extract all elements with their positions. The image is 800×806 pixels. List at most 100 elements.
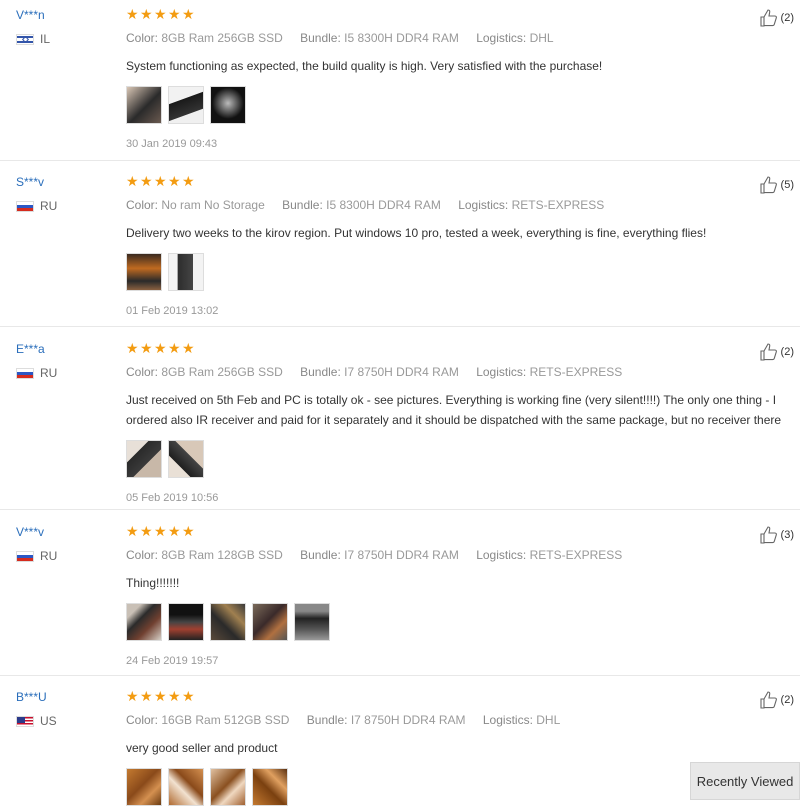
review-photos: [126, 768, 740, 806]
reviewer-name[interactable]: V***v: [16, 525, 57, 539]
reviewer-info: V***n IL: [16, 8, 50, 46]
country-code: RU: [40, 549, 58, 563]
star-icon: ★: [154, 523, 167, 539]
review-photo[interactable]: [210, 86, 246, 124]
thumbs-up-icon: [759, 691, 777, 709]
review-text: very good seller and product: [126, 741, 278, 755]
russia-flag-icon: [16, 200, 34, 212]
review-photo[interactable]: [126, 768, 162, 806]
helpful-count: (2): [780, 346, 794, 358]
review-text: Delivery two weeks to the kirov region. …: [126, 226, 707, 240]
reviewer-info: B***U US: [16, 690, 57, 728]
review-meta: Color: No ram No Storage Bundle: I5 8300…: [126, 198, 740, 212]
helpful-count: (3): [780, 529, 794, 541]
review-photo[interactable]: [168, 768, 204, 806]
helpful-button[interactable]: (2): [759, 8, 794, 28]
review-photo[interactable]: [294, 603, 330, 641]
rating-stars: ★ ★ ★ ★ ★: [126, 340, 740, 356]
star-icon: ★: [140, 688, 153, 704]
helpful-button[interactable]: (5): [759, 175, 794, 195]
helpful-count: (5): [780, 179, 794, 191]
bundle-value: I5 8300H DDR4 RAM: [326, 198, 441, 212]
star-icon: ★: [140, 6, 153, 22]
review-meta: Color: 8GB Ram 256GB SSD Bundle: I7 8750…: [126, 365, 740, 379]
israel-flag-icon: [16, 33, 34, 45]
review-photo[interactable]: [210, 603, 246, 641]
color-value: 8GB Ram 256GB SSD: [161, 365, 283, 379]
rating-stars: ★ ★ ★ ★ ★: [126, 6, 740, 22]
usa-flag-icon: [16, 715, 34, 727]
review-photo[interactable]: [126, 86, 162, 124]
bundle-value: I7 8750H DDR4 RAM: [350, 713, 466, 727]
reviewer-name[interactable]: V***n: [16, 8, 50, 22]
color-value: 16GB Ram 512GB SSD: [161, 713, 290, 727]
review-date: 30 Jan 2019 09:43: [126, 138, 218, 150]
review-photos: [126, 440, 740, 478]
star-icon: ★: [126, 340, 139, 356]
review-content: ★ ★ ★ ★ ★ Color: 8GB Ram 128GB SSD Bundle: I…: [126, 523, 740, 667]
star-icon: ★: [140, 340, 153, 356]
review-photo[interactable]: [168, 603, 204, 641]
review-photo[interactable]: [210, 768, 246, 806]
review-photo[interactable]: [168, 440, 204, 478]
helpful-count: (2): [780, 12, 794, 24]
review-content: ★ ★ ★ ★ ★ Color: No ram No Storage Bundle: I…: [126, 173, 740, 317]
logistics-value: RETS-EXPRESS: [511, 198, 605, 212]
bundle-value: I7 8750H DDR4 RAM: [344, 365, 459, 379]
star-icon: ★: [154, 6, 167, 22]
reviewer-info: E***a RU: [16, 342, 57, 380]
star-icon: ★: [168, 688, 181, 704]
rating-stars: ★ ★ ★ ★ ★: [126, 173, 740, 189]
review-photo[interactable]: [168, 253, 204, 291]
reviewer-name[interactable]: B***U: [16, 690, 57, 704]
review-photos: [126, 603, 740, 641]
star-icon: ★: [182, 523, 195, 539]
review-item: E***a RU ★ ★ ★ ★ ★ Color: 8GB Ram 256GB SSD …: [0, 327, 800, 510]
color-label: Color:: [126, 548, 159, 562]
reviewer-country: RU: [16, 549, 57, 563]
review-photo[interactable]: [126, 603, 162, 641]
bundle-value: I5 8300H DDR4 RAM: [344, 31, 459, 45]
star-icon: ★: [182, 340, 195, 356]
bundle-label: Bundle:: [306, 713, 348, 727]
recently-viewed-button[interactable]: Recently Viewed: [690, 762, 800, 800]
review-photos: [126, 253, 740, 291]
bundle-label: Bundle:: [300, 548, 341, 562]
star-icon: ★: [168, 340, 181, 356]
thumbs-up-icon: [759, 176, 777, 194]
reviewer-country: US: [16, 714, 57, 728]
rating-stars: ★ ★ ★ ★ ★: [126, 523, 740, 539]
review-content: ★ ★ ★ ★ ★ Color: 8GB Ram 256GB SSD Bundle: I…: [126, 6, 740, 150]
color-label: Color:: [126, 31, 159, 45]
star-icon: ★: [126, 173, 139, 189]
star-icon: ★: [126, 523, 139, 539]
russia-flag-icon: [16, 367, 34, 379]
logistics-label: Logistics:: [458, 198, 509, 212]
review-photo[interactable]: [252, 768, 288, 806]
helpful-button[interactable]: (3): [759, 525, 794, 545]
reviewer-info: S***v RU: [16, 175, 57, 213]
review-item: V***v RU ★ ★ ★ ★ ★ Color: 8GB Ram 128GB SSD …: [0, 510, 800, 676]
review-photo[interactable]: [126, 253, 162, 291]
thumbs-up-icon: [759, 9, 777, 27]
review-meta: Color: 16GB Ram 512GB SSD Bundle: I7 875…: [126, 713, 740, 727]
reviewer-name[interactable]: E***a: [16, 342, 57, 356]
reviewer-name[interactable]: S***v: [16, 175, 57, 189]
review-photo[interactable]: [252, 603, 288, 641]
helpful-button[interactable]: (2): [759, 690, 794, 710]
review-photo[interactable]: [126, 440, 162, 478]
color-value: 8GB Ram 256GB SSD: [161, 31, 283, 45]
star-icon: ★: [182, 688, 195, 704]
review-item: B***U US ★ ★ ★ ★ ★ Color: 16GB Ram 512GB SSD…: [0, 676, 800, 806]
bundle-label: Bundle:: [300, 31, 341, 45]
helpful-button[interactable]: (2): [759, 342, 794, 362]
russia-flag-icon: [16, 550, 34, 562]
review-photo[interactable]: [168, 86, 204, 124]
helpful-count: (2): [780, 694, 794, 706]
bundle-label: Bundle:: [282, 198, 323, 212]
logistics-label: Logistics:: [476, 31, 527, 45]
review-text: Just received on 5th Feb and PC is total…: [126, 393, 782, 427]
review-meta: Color: 8GB Ram 256GB SSD Bundle: I5 8300…: [126, 31, 740, 45]
logistics-value: DHL: [536, 713, 561, 727]
review-content: ★ ★ ★ ★ ★ Color: 16GB Ram 512GB SSD Bundle: …: [126, 688, 740, 806]
